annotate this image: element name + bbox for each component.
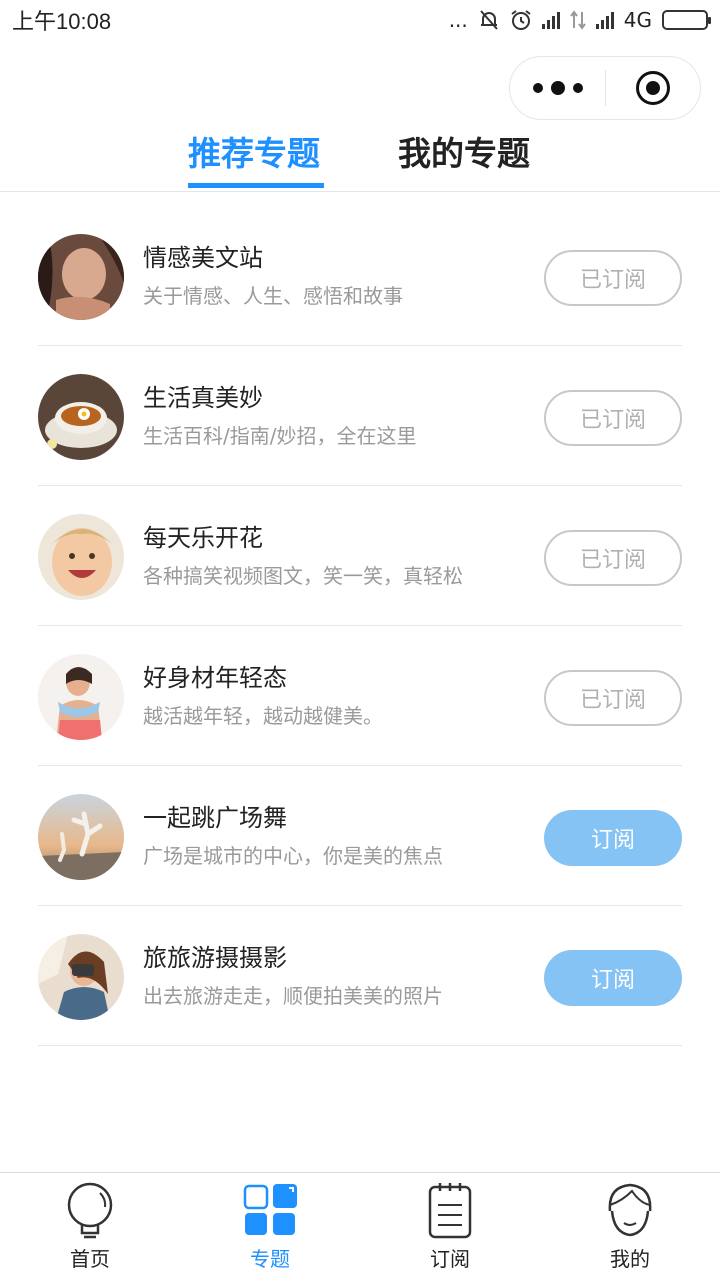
subscribe-button[interactable]: 订阅 (544, 950, 682, 1006)
topic-title: 生活真美妙 (143, 384, 263, 412)
list-item[interactable]: 每天乐开花 各种搞笑视频图文，笑一笑，真轻松 已订阅 (38, 486, 682, 626)
topic-title: 好身材年轻态 (143, 664, 287, 692)
topic-description: 各种搞笑视频图文，笑一笑，真轻松 (143, 564, 463, 588)
face-icon (608, 1183, 652, 1237)
topic-description: 广场是城市的中心，你是美的焦点 (143, 844, 443, 868)
network-type: 4G (623, 8, 652, 32)
topic-title: 一起跳广场舞 (143, 804, 287, 832)
subscribed-button[interactable]: 已订阅 (544, 250, 682, 306)
signal-icon (541, 11, 560, 29)
data-transfer-icon (569, 10, 586, 30)
subscribed-button[interactable]: 已订阅 (544, 390, 682, 446)
avatar (38, 654, 124, 740)
topic-title: 旅旅游摄摄影 (143, 944, 287, 972)
status-time: 上午10:08 (12, 9, 112, 34)
tabbar-item-home[interactable]: 首页 (0, 1173, 180, 1280)
avatar (38, 794, 124, 880)
active-tab-indicator (188, 183, 324, 188)
more-menu-button[interactable] (510, 57, 605, 119)
list-item[interactable]: 生活真美妙 生活百科/指南/妙招，全在这里 已订阅 (38, 346, 682, 486)
bell-muted-icon (480, 10, 498, 30)
topic-description: 越活越年轻，越动越健美。 (143, 704, 383, 728)
tabbar-item-topics[interactable]: 专题 (180, 1173, 360, 1280)
battery-icon (662, 10, 711, 30)
tab-recommended-topics[interactable]: 推荐专题 (188, 132, 320, 176)
topic-description: 生活百科/指南/妙招，全在这里 (143, 424, 417, 448)
topic-description: 关于情感、人生、感悟和故事 (143, 284, 403, 308)
tabbar-item-me[interactable]: 我的 (540, 1173, 720, 1280)
topic-description: 出去旅游走走，顺便拍美美的照片 (143, 984, 443, 1008)
list-item[interactable]: 旅旅游摄摄影 出去旅游走走，顺便拍美美的照片 订阅 (38, 906, 682, 1046)
tabbar-label: 订阅 (430, 1247, 470, 1271)
topic-title: 每天乐开花 (143, 524, 263, 552)
topic-list: 情感美文站 关于情感、人生、感悟和故事 已订阅 生活真美妙 生活百科/指南/妙招… (38, 206, 682, 1046)
more-dots-indicator: ... (448, 8, 468, 32)
list-item[interactable]: 一起跳广场舞 广场是城市的中心，你是美的焦点 订阅 (38, 766, 682, 906)
tabbar-label: 专题 (250, 1247, 290, 1271)
signal-icon-2 (595, 11, 614, 29)
subscribed-button[interactable]: 已订阅 (544, 670, 682, 726)
target-icon (636, 71, 670, 105)
tabbar-label: 首页 (70, 1247, 110, 1271)
miniprogram-capsule (509, 56, 701, 120)
topic-title: 情感美文站 (143, 244, 263, 272)
list-item[interactable]: 好身材年轻态 越活越年轻，越动越健美。 已订阅 (38, 626, 682, 766)
tabbar-item-subscriptions[interactable]: 订阅 (360, 1173, 540, 1280)
avatar (38, 234, 124, 320)
bottom-tab-bar: 首页 专题 订阅 我的 (0, 1172, 720, 1280)
tab-my-topics[interactable]: 我的专题 (398, 132, 530, 176)
list-item[interactable]: 情感美文站 关于情感、人生、感悟和故事 已订阅 (38, 206, 682, 346)
avatar (38, 934, 124, 1020)
lightbulb-icon (67, 1182, 113, 1239)
subscribed-button[interactable]: 已订阅 (544, 530, 682, 586)
topic-tabs: 推荐专题 我的专题 (0, 126, 720, 192)
alarm-icon (511, 10, 531, 30)
status-bar: 上午10:08 ... 4G (0, 0, 720, 40)
tabbar-label: 我的 (610, 1247, 650, 1271)
avatar (38, 374, 124, 460)
close-miniprogram-button[interactable] (606, 71, 700, 105)
avatar (38, 514, 124, 600)
notepad-icon (428, 1183, 472, 1239)
grid-icon (243, 1184, 297, 1235)
subscribe-button[interactable]: 订阅 (544, 810, 682, 866)
status-icons: ... 4G (448, 8, 711, 32)
